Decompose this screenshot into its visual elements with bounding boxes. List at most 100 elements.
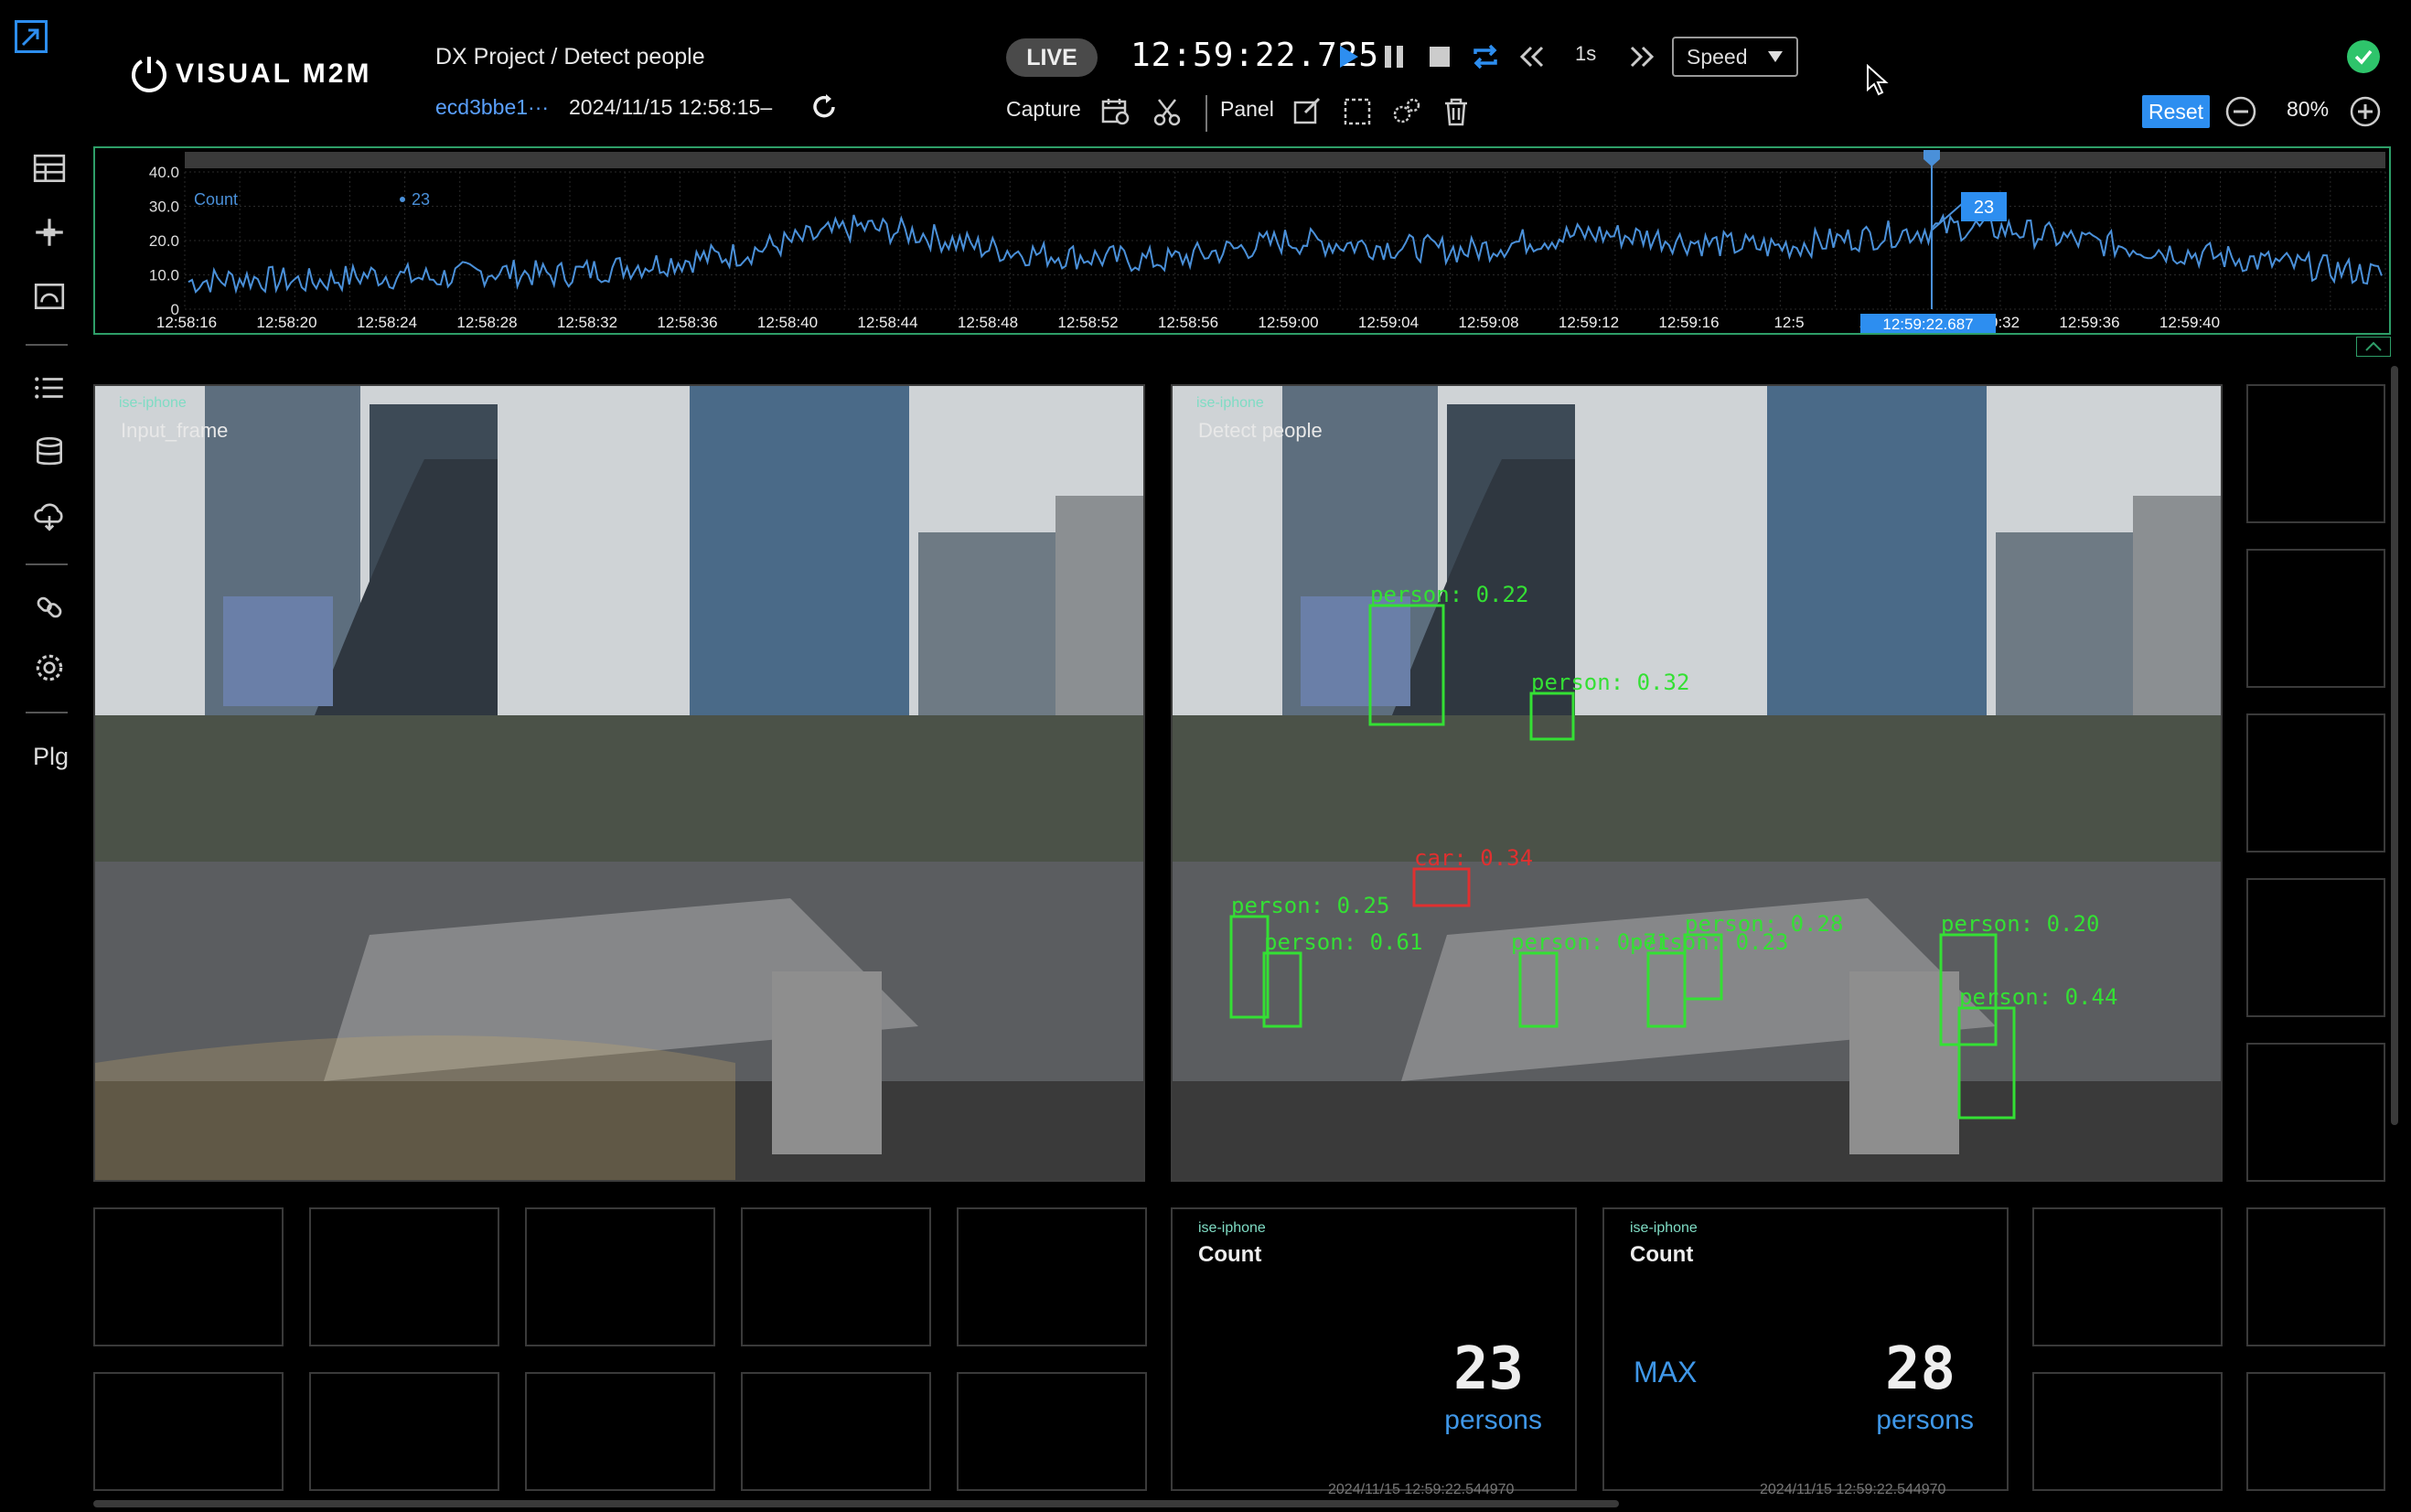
empty-panel[interactable] [2032, 1207, 2223, 1346]
empty-panel[interactable] [309, 1207, 499, 1346]
play-icon[interactable] [1330, 38, 1366, 75]
plugin-menu[interactable]: Plg [33, 743, 69, 771]
rewind-icon[interactable] [1513, 38, 1549, 75]
x-tick-label: 12:58:56 [1158, 314, 1218, 331]
expand-icon[interactable] [15, 20, 48, 53]
detection-label: person: 0.22 [1370, 582, 1528, 607]
stat-timestamp: 2024/11/15 12:59:22.544970 [1760, 1482, 1946, 1497]
y-tick-label: 40.0 [149, 164, 179, 181]
breadcrumb: DX Project / Detect people [435, 44, 705, 70]
status-ok-icon [2347, 40, 2380, 73]
timeline-scrubber-track[interactable] [185, 152, 2385, 168]
zoom-out-icon[interactable] [2224, 95, 2257, 132]
detection-label: person: 0.25 [1231, 893, 1389, 918]
refresh-icon[interactable] [809, 91, 840, 126]
empty-panel[interactable] [309, 1372, 499, 1491]
collapse-timeline-icon[interactable] [2356, 337, 2391, 357]
stat-unit: persons [1444, 1405, 1542, 1435]
trash-icon[interactable] [1438, 93, 1474, 130]
empty-panel[interactable] [2246, 713, 2385, 853]
x-tick-label: 12:58:40 [757, 314, 818, 331]
x-tick-label: 12:58:52 [1057, 314, 1118, 331]
camera-icon[interactable] [20, 271, 79, 322]
logo-text: VISUAL M2M [176, 59, 372, 89]
database-icon[interactable] [20, 426, 79, 477]
empty-panel[interactable] [957, 1372, 1147, 1491]
max-count-stat-panel[interactable]: ise-iphone Count MAX 28 persons 2024/11/… [1602, 1207, 2009, 1497]
select-area-icon[interactable] [1339, 93, 1376, 130]
capture-calendar-icon[interactable] [1098, 93, 1134, 130]
detection-label: person: 0.32 [1531, 670, 1689, 695]
empty-panel[interactable] [525, 1207, 715, 1346]
camera-tag: ise-iphone [1630, 1220, 1698, 1236]
legend-dot [400, 197, 405, 202]
toolbar-divider [1206, 95, 1207, 132]
x-tick-label: 12:58:20 [256, 314, 316, 331]
mouse-cursor-icon [1866, 63, 1890, 101]
stat-label: Count [1198, 1242, 1262, 1267]
empty-panel[interactable] [2032, 1372, 2223, 1491]
timeline-chart[interactable]: 40.0 30.0 20.0 10.0 0 12:58:16 12:58:20 12:58:… [93, 146, 2391, 335]
repeat-icon[interactable] [1467, 38, 1504, 75]
x-tick-label: 12:58:36 [657, 314, 717, 331]
vertical-scrollbar[interactable] [2391, 366, 2398, 1125]
empty-panel[interactable] [93, 1372, 284, 1491]
empty-panel[interactable] [2246, 1372, 2385, 1491]
y-tick-label: 30.0 [149, 198, 179, 216]
left-sidebar: Plg [0, 0, 99, 1512]
stop-icon[interactable] [1421, 38, 1458, 75]
list-icon[interactable] [20, 362, 79, 413]
y-tick-label: 20.0 [149, 232, 179, 250]
panel-settings-icon[interactable] [1388, 93, 1425, 130]
capture-label: Capture [1006, 97, 1081, 121]
speed-select[interactable]: Speed [1672, 37, 1798, 77]
x-tick-label: 12:58:44 [857, 314, 917, 331]
empty-panel[interactable] [957, 1207, 1147, 1346]
timeline-svg: 40.030.020.010.00 12:58:16 12:58:20 12:58:… [149, 150, 2386, 334]
zoom-in-icon[interactable] [2349, 95, 2382, 132]
input-frame-panel[interactable]: ise-iphone Input_frame [93, 384, 1145, 1182]
scissors-icon[interactable] [1149, 93, 1185, 130]
camera-tag: ise-iphone [1196, 395, 1264, 411]
link-icon[interactable] [20, 582, 79, 633]
empty-panel[interactable] [741, 1207, 931, 1346]
power-logo-icon [132, 57, 166, 92]
empty-panel[interactable] [2246, 1207, 2385, 1346]
fast-forward-icon[interactable] [1624, 38, 1661, 75]
x-tick-label: 12:58:28 [456, 314, 517, 331]
empty-panel[interactable] [2246, 384, 2385, 523]
legend-value: 23 [412, 190, 430, 209]
camera-tag: ise-iphone [119, 395, 187, 411]
chevron-down-icon [1768, 51, 1783, 62]
x-tick-label: 12:59:00 [1258, 314, 1318, 331]
x-tick-label: 12:58:48 [958, 314, 1018, 331]
stat-timestamp: 2024/11/15 12:59:22.544970 [1328, 1482, 1515, 1497]
x-tick-label: 12:58:32 [557, 314, 617, 331]
live-button[interactable]: LIVE [1006, 38, 1098, 77]
count-stat-panel[interactable]: ise-iphone Count 23 persons 2024/11/15 1… [1171, 1207, 1577, 1497]
empty-panel[interactable] [2246, 549, 2385, 688]
empty-panel[interactable] [2246, 878, 2385, 1017]
pause-icon[interactable] [1376, 38, 1412, 75]
x-tick-label: 12:59:12 [1559, 314, 1619, 331]
horizontal-scrollbar[interactable] [93, 1500, 1619, 1507]
stat-unit: persons [1876, 1405, 1974, 1435]
pipeline-icon[interactable] [20, 207, 79, 258]
panel-edit-icon[interactable] [1290, 93, 1326, 130]
dashboard-icon[interactable] [20, 143, 79, 194]
detect-people-panel[interactable]: person: 0.22 person: 0.32 car: 0.34 person:… [1171, 384, 2223, 1182]
reset-button[interactable]: Reset [2142, 95, 2210, 128]
pipeline-id-link[interactable]: ecd3bbe1··· [435, 95, 549, 120]
detection-label: person: 0.61 [1264, 929, 1422, 955]
empty-panel[interactable] [525, 1372, 715, 1491]
empty-panel[interactable] [2246, 1043, 2385, 1182]
empty-panel[interactable] [93, 1207, 284, 1346]
settings-icon[interactable] [20, 642, 79, 693]
cloud-upload-icon[interactable] [20, 490, 79, 542]
stat-value: 28 [1884, 1335, 1956, 1403]
legend-label: Count [194, 190, 238, 209]
x-tick-label: 12:59:36 [2059, 314, 2119, 331]
empty-panel[interactable] [741, 1372, 931, 1491]
step-size[interactable]: 1s [1575, 42, 1596, 66]
camera-tag: ise-iphone [1198, 1220, 1266, 1236]
